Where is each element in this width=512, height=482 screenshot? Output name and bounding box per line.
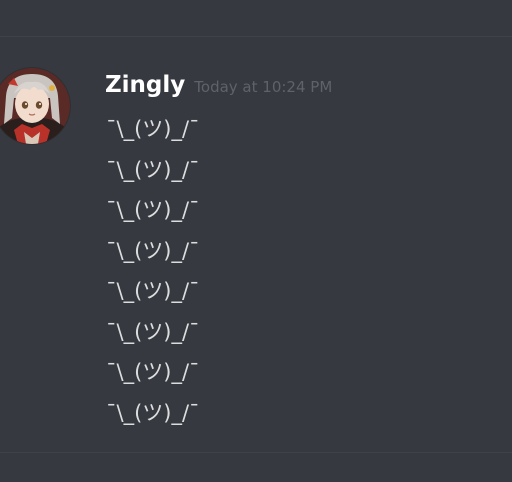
message-line: ¯\_(ツ)_/¯ — [106, 157, 200, 182]
message-line: ¯\_(ツ)_/¯ — [106, 319, 200, 344]
username[interactable]: Zingly — [105, 72, 185, 98]
message-timestamp: Today at 10:24 PM — [194, 78, 333, 96]
message-line: ¯\_(ツ)_/¯ — [106, 279, 200, 303]
message-line: ¯\_(ツ)_/¯ — [106, 198, 200, 222]
message-line: ¯\_(ツ)_/¯ — [106, 360, 200, 384]
message-content: ¯\_(ツ)_/¯ ¯\_(ツ)_/¯ ¯\_(ツ)_/¯ ¯\_(ツ)_/¯ … — [106, 114, 200, 438]
message-group: Zingly Today at 10:24 PM ¯\_(ツ)_/¯ ¯\_(ツ… — [0, 0, 512, 482]
avatar-image — [0, 68, 70, 144]
message-header: Zingly Today at 10:24 PM — [105, 72, 332, 106]
chat-area: Zingly Today at 10:24 PM ¯\_(ツ)_/¯ ¯\_(ツ… — [0, 0, 512, 482]
message-line: ¯\_(ツ)_/¯ — [106, 238, 200, 263]
message-divider-bottom — [0, 452, 512, 453]
user-avatar[interactable] — [0, 68, 70, 144]
message-line: ¯\_(ツ)_/¯ — [106, 400, 200, 425]
message-line: ¯\_(ツ)_/¯ — [106, 117, 200, 141]
